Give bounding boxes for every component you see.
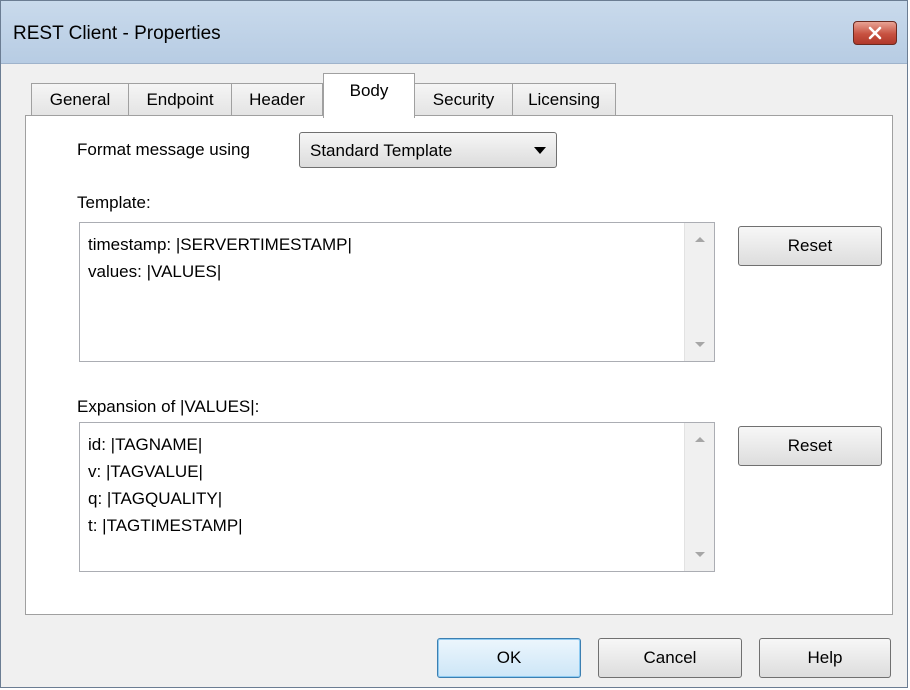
scroll-down-icon[interactable]	[695, 342, 705, 347]
template-reset-button[interactable]: Reset	[738, 226, 882, 266]
tab-endpoint[interactable]: Endpoint	[128, 83, 232, 115]
template-textarea[interactable]: timestamp: |SERVERTIMESTAMP| values: |VA…	[79, 222, 715, 362]
format-select-value: Standard Template	[310, 141, 453, 160]
scroll-up-icon[interactable]	[695, 437, 705, 442]
template-line: timestamp: |SERVERTIMESTAMP|	[88, 235, 352, 254]
tab-strip: General Endpoint Header Body Security Li…	[1, 71, 907, 118]
expansion-line: v: |TAGVALUE|	[88, 462, 203, 481]
scroll-up-icon[interactable]	[695, 237, 705, 242]
cancel-button[interactable]: Cancel	[598, 638, 742, 678]
tab-licensing[interactable]: Licensing	[512, 83, 616, 115]
expansion-text: id: |TAGNAME| v: |TAGVALUE| q: |TAGQUALI…	[88, 431, 243, 539]
chevron-down-icon	[534, 147, 546, 154]
expansion-line: id: |TAGNAME|	[88, 435, 203, 454]
close-icon	[868, 26, 882, 40]
tab-header[interactable]: Header	[231, 83, 323, 115]
template-text: timestamp: |SERVERTIMESTAMP| values: |VA…	[88, 231, 352, 285]
template-line: values: |VALUES|	[88, 262, 222, 281]
title-bar[interactable]: REST Client - Properties	[1, 1, 907, 64]
tab-security[interactable]: Security	[414, 83, 513, 115]
window-title: REST Client - Properties	[13, 23, 221, 44]
expansion-textarea[interactable]: id: |TAGNAME| v: |TAGVALUE| q: |TAGQUALI…	[79, 422, 715, 572]
ok-button[interactable]: OK	[437, 638, 581, 678]
expansion-scrollbar[interactable]	[684, 423, 714, 571]
expansion-label: Expansion of |VALUES|:	[77, 397, 260, 416]
template-scrollbar[interactable]	[684, 223, 714, 361]
template-label: Template:	[77, 193, 151, 212]
tab-general[interactable]: General	[31, 83, 129, 115]
format-select[interactable]: Standard Template	[299, 132, 557, 168]
close-button[interactable]	[853, 21, 897, 45]
expansion-reset-button[interactable]: Reset	[738, 426, 882, 466]
tab-body[interactable]: Body	[323, 73, 415, 118]
expansion-line: q: |TAGQUALITY|	[88, 489, 223, 508]
properties-dialog: REST Client - Properties General Endpoin…	[0, 0, 908, 688]
format-label: Format message using	[77, 140, 250, 159]
help-button[interactable]: Help	[759, 638, 891, 678]
scroll-down-icon[interactable]	[695, 552, 705, 557]
expansion-line: t: |TAGTIMESTAMP|	[88, 516, 243, 535]
